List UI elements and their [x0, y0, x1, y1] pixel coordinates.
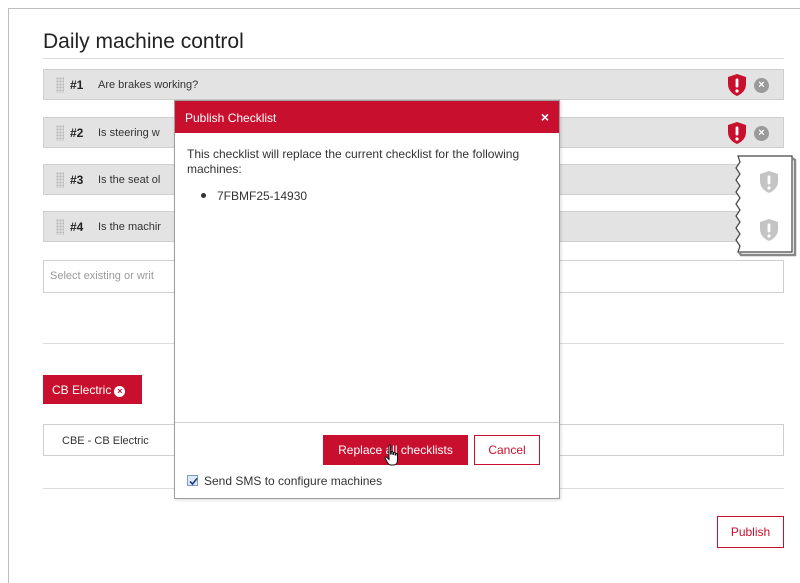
- item-number: #3: [70, 173, 84, 187]
- page-title: Daily machine control: [43, 30, 244, 53]
- remove-item-icon[interactable]: ×: [754, 78, 769, 93]
- title-divider: [43, 58, 784, 59]
- publish-checklist-dialog: Publish Checklist × This checklist will …: [174, 100, 560, 499]
- item-number: #1: [70, 78, 84, 92]
- list-item: 7FBMF25-14930: [201, 189, 307, 203]
- dialog-header: Publish Checklist ×: [175, 101, 559, 133]
- item-number: #4: [70, 220, 84, 234]
- tag-label: CB Electric: [52, 383, 112, 397]
- shield-exclamation-icon[interactable]: [728, 122, 746, 144]
- item-text: Is the machir: [98, 221, 161, 233]
- sms-checkbox[interactable]: [187, 475, 198, 486]
- remove-tag-icon[interactable]: ×: [114, 386, 126, 397]
- drag-handle-icon[interactable]: [56, 125, 64, 141]
- dialog-divider: [175, 422, 559, 423]
- machine-id: 7FBMF25-14930: [217, 189, 308, 203]
- remove-item-icon[interactable]: ×: [754, 126, 769, 141]
- item-text: Are brakes working?: [98, 79, 199, 91]
- item-number: #2: [70, 126, 84, 140]
- sms-label: Send SMS to configure machines: [204, 474, 383, 488]
- affected-machines-list: 7FBMF25-14930: [201, 189, 307, 203]
- checklist-item-1[interactable]: #1 Are brakes working? ×: [43, 69, 784, 100]
- highlight-callout: [730, 150, 798, 258]
- drag-handle-icon[interactable]: [56, 219, 64, 235]
- sms-option[interactable]: Send SMS to configure machines: [187, 474, 382, 488]
- drag-handle-icon[interactable]: [56, 77, 64, 93]
- cancel-button[interactable]: Cancel: [474, 435, 540, 465]
- close-icon[interactable]: ×: [541, 109, 549, 125]
- shield-exclamation-icon[interactable]: [760, 171, 778, 193]
- publish-button[interactable]: Publish: [717, 516, 784, 548]
- shield-exclamation-icon[interactable]: [728, 74, 746, 96]
- dialog-title: Publish Checklist: [185, 111, 277, 125]
- bullet-icon: [201, 193, 206, 198]
- hand-cursor-icon: [384, 444, 402, 468]
- item-text: Is steering w: [98, 127, 160, 139]
- item-text: Is the seat ol: [98, 174, 161, 186]
- machine-group-tag[interactable]: CB Electric ×: [43, 375, 142, 404]
- drag-handle-icon[interactable]: [56, 172, 64, 188]
- shield-exclamation-icon[interactable]: [760, 219, 778, 241]
- dialog-message: This checklist will replace the current …: [187, 147, 520, 176]
